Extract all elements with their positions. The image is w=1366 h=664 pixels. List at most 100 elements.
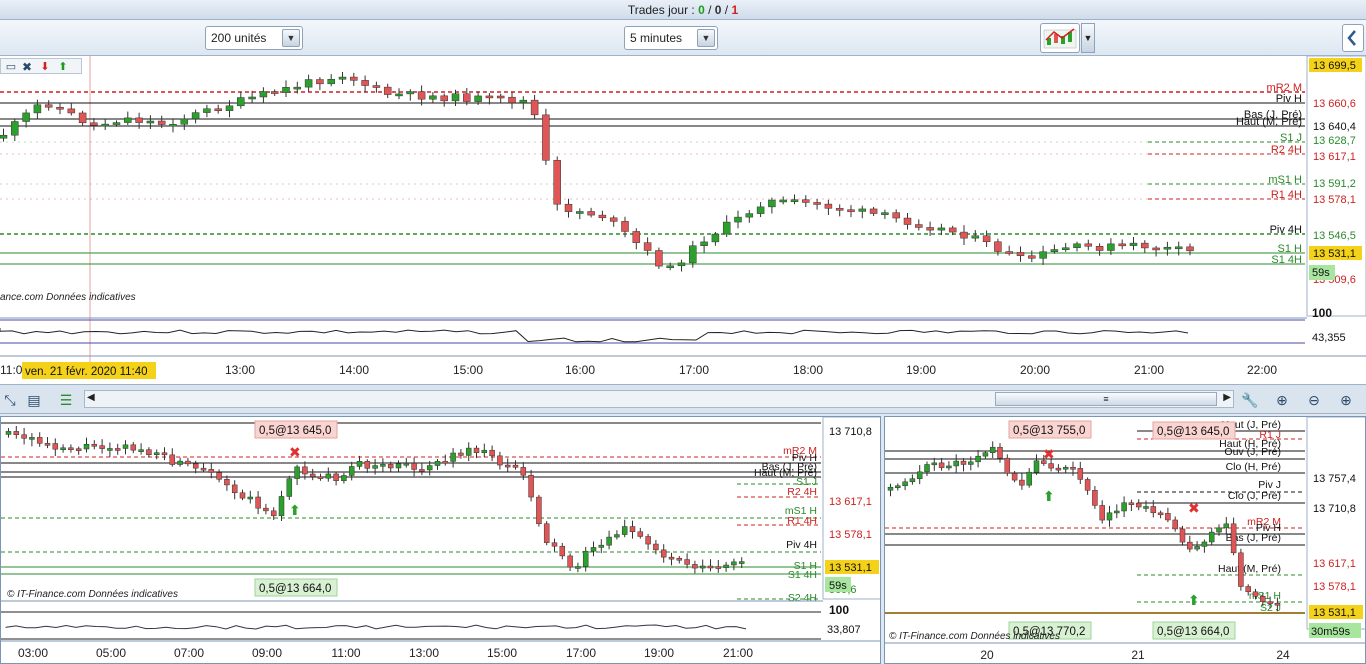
date-marker: ven. 21 févr. 2020 11:40: [25, 366, 148, 378]
bl-candle: [325, 473, 332, 479]
wrench-icon[interactable]: 🔧: [1240, 390, 1260, 410]
bl-candle: [75, 448, 82, 451]
close-icon[interactable]: ✖: [17, 57, 37, 77]
bl-candle: [348, 466, 355, 476]
bl-candle: [536, 496, 542, 524]
br-candle: [1128, 502, 1135, 505]
quantity-select[interactable]: 200 unités ▼: [205, 26, 303, 50]
zoom-in-icon[interactable]: ⊕: [1336, 390, 1356, 410]
collapse-icon[interactable]: [1342, 24, 1364, 52]
countdown: 59s: [829, 580, 847, 592]
main-candle: [587, 211, 595, 216]
buy-marker-icon: ⬆: [289, 503, 301, 519]
main-candle: [847, 209, 855, 212]
x-axis-label: 21: [1131, 648, 1145, 662]
main-candle: [180, 118, 189, 125]
bottom-left-chart-panel[interactable]: mR2 M Piv H Bas (J, Pré) Haut (M, Pré) S1 JR…: [0, 416, 881, 664]
bottom-right-chart-panel[interactable]: Haut (J, Pré) R1 J Haut (H, Pré) Ouv (J, Pr…: [884, 416, 1366, 664]
br-candle: [1121, 502, 1127, 512]
chart-type-dropdown[interactable]: ▼: [1081, 23, 1095, 53]
chevron-down-icon[interactable]: ▼: [697, 29, 715, 47]
scroll-right-icon[interactable]: ▶: [1223, 392, 1231, 403]
main-candle: [282, 87, 290, 93]
bl-candle: [239, 492, 246, 499]
countdown: 30m59s: [1311, 626, 1351, 638]
properties-icon[interactable]: ▤: [24, 390, 44, 410]
timeframe-select[interactable]: 5 minutes ▼: [624, 26, 718, 50]
horizontal-scrollbar[interactable]: ◀ ≡ ▶: [84, 390, 1234, 408]
x-axis-label: 13:00: [225, 363, 255, 377]
price-label: 13 591,2: [1313, 178, 1356, 190]
bl-candle: [130, 444, 137, 451]
br-candle: [1216, 527, 1222, 533]
indicators-icon[interactable]: ☰: [56, 390, 76, 410]
main-chart-svg[interactable]: mR2 MPiv HBas (J, Pré)Haut (M, Pré)S1 JR…: [0, 56, 1366, 384]
br-candle: [1092, 490, 1098, 506]
bl-candle: [29, 437, 35, 440]
bl-candle: [83, 443, 90, 450]
bl-candle: [653, 543, 659, 551]
main-candle: [1084, 243, 1093, 247]
cursor-icon[interactable]: ⤡: [0, 390, 20, 410]
bl-candle: [684, 559, 690, 565]
bl-candle: [60, 447, 66, 451]
bl-candle: [629, 526, 636, 532]
bottom-right-chart-svg[interactable]: Haut (J, Pré)R1 JHaut (H, Pré)Ouv (J, Pr…: [885, 417, 1366, 664]
level-label: Piv 4H: [786, 539, 817, 551]
main-candle: [689, 245, 697, 264]
bl-candle: [489, 449, 495, 457]
main-candle: [632, 231, 641, 243]
buy-icon[interactable]: ⬆: [53, 57, 73, 77]
zoom-fit-icon[interactable]: ⊕: [1272, 390, 1292, 410]
bl-candle: [715, 566, 722, 569]
br-candle: [902, 481, 908, 486]
main-candle: [474, 95, 482, 102]
br-candle: [982, 452, 989, 457]
scroll-left-icon[interactable]: ◀: [87, 392, 95, 403]
main-candle: [1186, 246, 1194, 252]
br-candle: [1157, 512, 1164, 516]
main-candle: [90, 122, 98, 126]
zoom-out-icon[interactable]: ⊖: [1304, 390, 1324, 410]
chevron-down-icon[interactable]: ▼: [282, 29, 300, 47]
level-label: R2 4H: [1271, 144, 1302, 156]
bl-candle: [341, 475, 347, 481]
current-price: 13 531,1: [1313, 248, 1356, 260]
bl-candle: [224, 479, 230, 486]
bl-candle: [247, 496, 254, 500]
main-chart-panel[interactable]: mR2 M Piv H Bas (J, Pré) Haut (M, Pré) S1 JR…: [0, 56, 1366, 384]
bl-candle: [122, 444, 129, 449]
chart-background: [0, 56, 1366, 384]
bl-candle: [668, 556, 675, 560]
main-candle: [157, 120, 166, 125]
bl-candle: [575, 566, 581, 569]
main-candle: [994, 241, 1002, 252]
bl-candle: [738, 561, 745, 564]
main-candle: [711, 233, 720, 243]
x-axis-label: 18:00: [793, 363, 823, 377]
main-candle: [892, 212, 900, 219]
main-candle: [948, 227, 957, 233]
level-label: R1 4H: [1271, 189, 1302, 201]
timeframe-value: 5 minutes: [630, 31, 683, 45]
scroll-thumb[interactable]: ≡: [995, 392, 1217, 406]
br-candle: [989, 446, 996, 453]
trades-winners: 0: [698, 3, 705, 17]
main-candle: [802, 199, 810, 203]
bl-candle: [380, 464, 386, 467]
main-candle: [813, 202, 821, 205]
sell-icon[interactable]: ⬇: [35, 57, 55, 77]
trade-label: 0,5@13 755,0: [1013, 425, 1085, 437]
bottom-left-chart-svg[interactable]: mR2 MPiv HBas (J, Pré)Haut (M, Pré)S1 JR…: [1, 417, 881, 664]
main-candle: [915, 224, 923, 228]
main-candle: [937, 227, 946, 231]
candlestick-chart-icon[interactable]: [1040, 23, 1080, 53]
main-candle: [643, 242, 652, 251]
br-candle: [960, 460, 967, 465]
price-label: 13 578,1: [1313, 194, 1356, 206]
br-candle: [1114, 510, 1120, 514]
main-candle: [203, 108, 211, 113]
x-axis-label: 13:00: [409, 646, 439, 660]
main-candle: [926, 227, 934, 231]
bl-candle: [637, 531, 644, 537]
